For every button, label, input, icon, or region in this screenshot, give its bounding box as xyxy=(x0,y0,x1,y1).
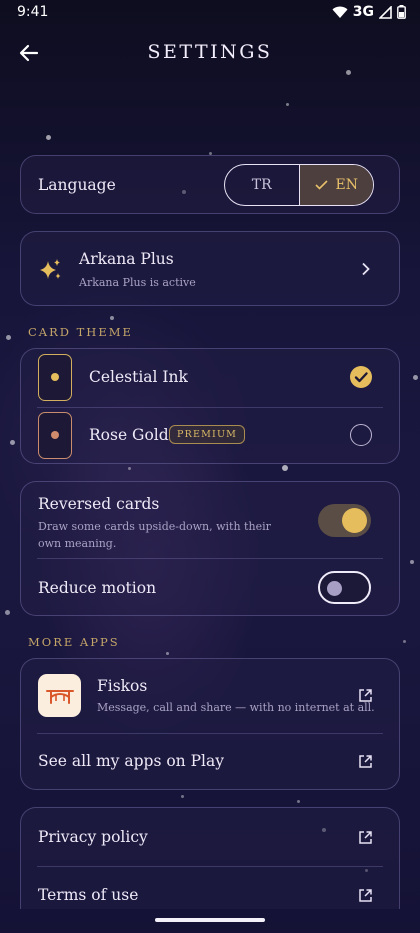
reversed-cards-description: Draw some cards upside-down, with their … xyxy=(38,520,271,550)
wifi-icon xyxy=(332,6,348,18)
open-external-icon xyxy=(359,889,372,902)
theme-name: Rose Gold xyxy=(89,426,169,444)
theme-swatch-rose-gold xyxy=(38,412,72,459)
theme-swatch-celestial-ink xyxy=(38,354,72,401)
theme-option-celestial-ink[interactable]: Celestial Ink xyxy=(21,349,399,407)
reduce-motion-switch[interactable] xyxy=(318,571,371,604)
language-card: Language TR EN xyxy=(20,155,400,214)
see-all-apps-label: See all my apps on Play xyxy=(38,752,224,770)
plus-title: Arkana Plus xyxy=(79,250,174,268)
app-row-fiskos[interactable]: Fiskos Message, call and share — with no… xyxy=(21,659,399,733)
premium-badge: PREMIUM xyxy=(169,425,246,444)
page-title: SETTINGS xyxy=(147,41,273,63)
reversed-cards-switch[interactable] xyxy=(318,504,371,537)
app-name: Fiskos xyxy=(97,677,148,695)
status-bar: 9:41 3G xyxy=(0,0,420,26)
fiskos-app-icon xyxy=(38,674,81,717)
card-theme-card: Celestial Ink Rose Gold PREMIUM xyxy=(20,348,400,464)
see-all-apps-row[interactable]: See all my apps on Play xyxy=(21,733,399,791)
theme-name: Celestial Ink xyxy=(89,368,188,386)
language-toggle: TR EN xyxy=(224,164,374,206)
top-app-bar: SETTINGS xyxy=(0,30,420,76)
divider xyxy=(37,558,383,559)
battery-icon xyxy=(397,5,406,19)
chevron-right-icon xyxy=(362,262,370,276)
theme-option-rose-gold[interactable]: Rose Gold PREMIUM xyxy=(21,407,399,465)
home-indicator[interactable] xyxy=(155,918,265,922)
plus-subtitle: Arkana Plus is active xyxy=(79,276,196,289)
preferences-card: Reversed cards Draw some cards upside-do… xyxy=(20,481,400,616)
more-apps-card: Fiskos Message, call and share — with no… xyxy=(20,658,400,790)
reversed-cards-label: Reversed cards xyxy=(38,495,160,513)
app-description: Message, call and share — with no intern… xyxy=(97,701,375,714)
sparkles-icon xyxy=(40,259,61,279)
open-external-icon xyxy=(359,689,372,702)
more-apps-section-label: MORE APPS xyxy=(28,635,120,649)
open-external-icon xyxy=(359,831,372,844)
reduce-motion-label: Reduce motion xyxy=(38,579,157,597)
status-icons: 3G xyxy=(332,4,406,20)
status-time: 9:41 xyxy=(17,4,49,20)
card-theme-section-label: CARD THEME xyxy=(28,325,133,339)
plus-card[interactable]: Arkana Plus Arkana Plus is active xyxy=(20,231,400,306)
privacy-policy-label: Privacy policy xyxy=(38,828,148,846)
open-external-icon xyxy=(359,755,372,768)
signal-icon xyxy=(379,5,392,19)
unselected-radio xyxy=(350,424,372,446)
network-type: 3G xyxy=(352,4,374,20)
legal-card: Privacy policy Terms of use xyxy=(20,807,400,909)
checkmark-icon xyxy=(314,180,328,190)
privacy-policy-row[interactable]: Privacy policy xyxy=(21,808,399,866)
language-option-tr[interactable]: TR xyxy=(225,165,299,205)
language-option-en[interactable]: EN xyxy=(298,165,373,205)
terms-of-use-row[interactable]: Terms of use xyxy=(21,866,399,910)
selected-check-icon xyxy=(350,366,372,388)
terms-of-use-label: Terms of use xyxy=(38,886,139,904)
language-label: Language xyxy=(38,176,116,194)
